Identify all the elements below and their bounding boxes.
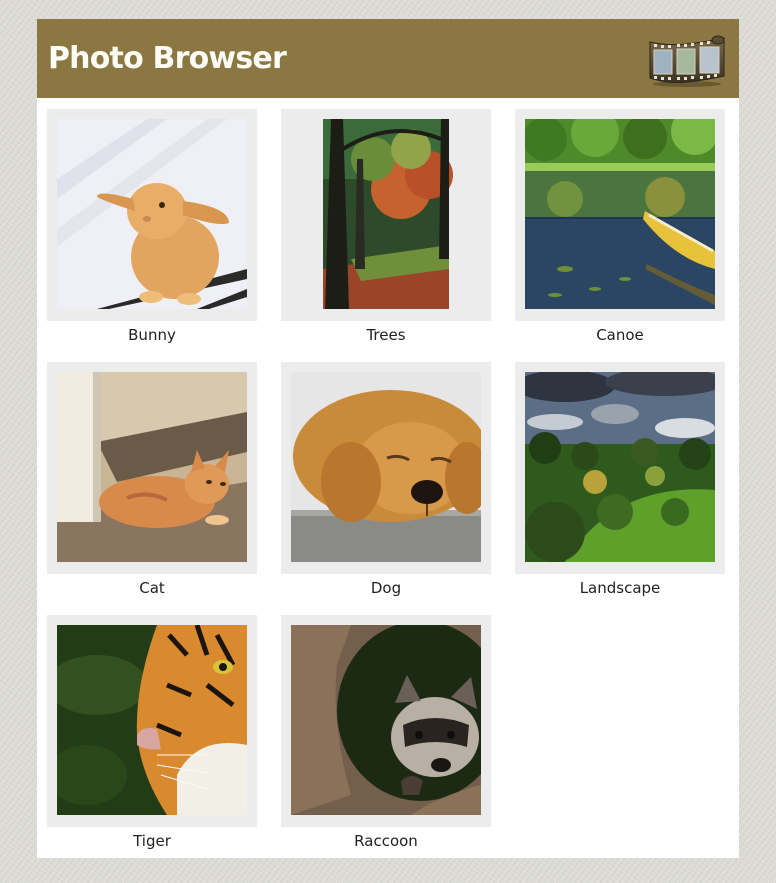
photo-caption: Raccoon [354, 832, 418, 850]
photo-tile-cat[interactable]: Cat [47, 362, 257, 602]
photo-caption: Trees [366, 326, 406, 344]
landscape-photo[interactable] [525, 372, 715, 562]
tiger-photo[interactable] [57, 625, 247, 815]
canoe-photo[interactable] [525, 119, 715, 309]
photo-frame [515, 362, 725, 574]
photo-caption: Bunny [128, 326, 176, 344]
photo-frame [47, 615, 257, 827]
photo-caption: Canoe [596, 326, 644, 344]
photo-tile-tiger[interactable]: Tiger [47, 615, 257, 855]
photo-caption: Tiger [133, 832, 171, 850]
photo-tile-landscape[interactable]: Landscape [515, 362, 725, 602]
header-bar: Photo Browser [37, 19, 739, 98]
photo-browser-panel: Photo Browser Bunny Trees Canoe Cat Dog … [37, 19, 739, 858]
film-strip-icon [648, 32, 726, 88]
photo-frame [47, 362, 257, 574]
dog-photo[interactable] [291, 372, 481, 562]
page-title: Photo Browser [48, 41, 287, 76]
photo-frame [47, 109, 257, 321]
photo-tile-raccoon[interactable]: Raccoon [281, 615, 491, 855]
trees-photo[interactable] [291, 119, 481, 309]
photo-tile-bunny[interactable]: Bunny [47, 109, 257, 349]
photo-tile-trees[interactable]: Trees [281, 109, 491, 349]
photo-caption: Cat [139, 579, 165, 597]
photo-tile-canoe[interactable]: Canoe [515, 109, 725, 349]
bunny-photo[interactable] [57, 119, 247, 309]
photo-frame [281, 109, 491, 321]
cat-photo[interactable] [57, 372, 247, 562]
photo-frame [281, 615, 491, 827]
photo-caption: Dog [370, 579, 402, 597]
photo-caption: Landscape [579, 579, 661, 597]
photo-frame [281, 362, 491, 574]
raccoon-photo[interactable] [291, 625, 481, 815]
photo-tile-dog[interactable]: Dog [281, 362, 491, 602]
photo-frame [515, 109, 725, 321]
